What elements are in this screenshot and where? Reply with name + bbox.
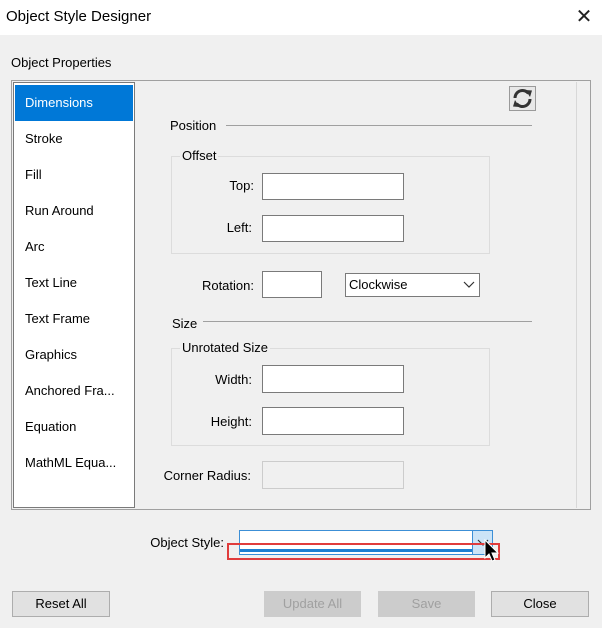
corner-radius-label: Corner Radius: xyxy=(163,468,251,483)
category-item-mathml-equation[interactable]: MathML Equa... xyxy=(15,445,133,481)
object-properties-label: Object Properties xyxy=(11,55,112,70)
window-title: Object Style Designer xyxy=(6,8,152,25)
close-button[interactable]: Close xyxy=(491,591,589,617)
category-list[interactable]: Dimensions Stroke Fill Run Around Arc Te… xyxy=(13,82,135,508)
height-label: Height: xyxy=(210,414,252,429)
rotation-direction-value: Clockwise xyxy=(349,277,408,292)
top-label: Top: xyxy=(229,178,254,193)
width-label: Width: xyxy=(215,372,252,387)
update-all-button[interactable]: Update All xyxy=(264,591,361,617)
chevron-down-icon xyxy=(463,281,475,288)
mouse-cursor-icon xyxy=(484,538,500,566)
left-input[interactable] xyxy=(262,215,404,242)
height-input[interactable] xyxy=(262,407,404,435)
size-divider xyxy=(203,321,532,322)
category-item-arc[interactable]: Arc xyxy=(15,229,133,265)
close-icon[interactable]: ✕ xyxy=(572,4,596,30)
category-item-equation[interactable]: Equation xyxy=(15,409,133,445)
rotation-direction-select[interactable]: Clockwise xyxy=(345,273,480,297)
rotation-label: Rotation: xyxy=(201,278,254,293)
offset-label: Offset xyxy=(180,148,219,163)
category-item-stroke[interactable]: Stroke xyxy=(15,121,133,157)
refresh-icon xyxy=(513,89,532,108)
reset-all-button[interactable]: Reset All xyxy=(12,591,110,617)
save-button[interactable]: Save xyxy=(378,591,475,617)
unrotated-size-label: Unrotated Size xyxy=(180,340,270,355)
object-style-label: Object Style: xyxy=(150,535,224,550)
category-item-text-line[interactable]: Text Line xyxy=(15,265,133,301)
position-divider xyxy=(226,125,532,126)
size-section-label: Size xyxy=(172,316,198,331)
category-item-text-frame[interactable]: Text Frame xyxy=(15,301,133,337)
category-item-dimensions[interactable]: Dimensions xyxy=(15,85,133,121)
width-input[interactable] xyxy=(262,365,404,393)
category-item-run-around[interactable]: Run Around xyxy=(15,193,133,229)
position-section-label: Position xyxy=(170,118,217,133)
left-label: Left: xyxy=(226,220,252,235)
category-item-anchored-frame[interactable]: Anchored Fra... xyxy=(15,373,133,409)
top-input[interactable] xyxy=(262,173,404,200)
category-item-fill[interactable]: Fill xyxy=(15,157,133,193)
rotation-input[interactable] xyxy=(262,271,322,298)
category-item-graphics[interactable]: Graphics xyxy=(15,337,133,373)
panel-divider xyxy=(576,82,577,508)
highlight-box xyxy=(227,543,500,560)
corner-radius-input[interactable] xyxy=(262,461,404,489)
refresh-button[interactable] xyxy=(509,86,536,111)
